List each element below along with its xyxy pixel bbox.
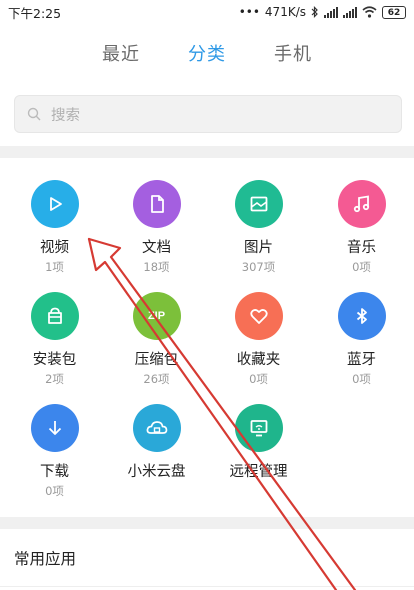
category-count: 0项	[249, 372, 268, 386]
download-icon	[48, 421, 61, 435]
category-name: 安装包	[32, 352, 77, 368]
zip-icon: ZIP	[147, 310, 166, 322]
category-favorites[interactable]: 收藏夹 0项	[207, 292, 310, 387]
category-bluetooth[interactable]: 蓝牙 0项	[310, 292, 413, 387]
heart-icon	[249, 309, 268, 324]
search-placeholder: 搜索	[51, 107, 80, 124]
package-icon	[47, 307, 62, 324]
category-name: 收藏夹	[236, 352, 281, 368]
category-count: 26项	[143, 372, 170, 386]
signal-icon-2	[343, 6, 357, 18]
category-music[interactable]: 音乐 0项	[310, 180, 413, 275]
category-name: 压缩包	[134, 352, 179, 368]
category-name: 小米云盘	[127, 464, 186, 480]
remote-management-icon	[250, 420, 267, 437]
category-name: 文档	[142, 240, 171, 256]
bluetooth-icon	[356, 308, 367, 324]
category-name: 图片	[244, 240, 273, 256]
category-count: 2项	[45, 372, 64, 386]
common-apps-header[interactable]: 常用应用	[14, 547, 76, 569]
top-tabs: 最近 分类 手机	[0, 40, 414, 70]
category-name: 视频	[40, 240, 69, 256]
bluetooth-circle	[337, 292, 386, 340]
favorites-circle	[234, 292, 283, 340]
category-remote-management[interactable]: 远程管理	[207, 404, 310, 483]
category-count: 1项	[45, 260, 64, 274]
play-icon	[49, 197, 62, 211]
search-input[interactable]: 搜索	[14, 95, 402, 133]
category-grid: 视频 1项 文档 18项 图片 307项 音乐 0项 安装包 2项 ZIP 压缩…	[0, 158, 414, 517]
video-circle	[30, 180, 79, 228]
section-divider	[0, 146, 414, 158]
category-image[interactable]: 图片 307项	[207, 180, 310, 275]
category-name: 远程管理	[229, 464, 288, 480]
tab-phone[interactable]: 手机	[274, 40, 312, 70]
package-circle	[30, 292, 79, 340]
status-time: 下午2:25	[8, 5, 62, 21]
category-package[interactable]: 安装包 2项	[3, 292, 106, 387]
status-bar: 下午2:25 ••• 471K/s 62	[0, 0, 414, 24]
category-name: 蓝牙	[347, 352, 376, 368]
document-icon	[150, 195, 164, 213]
remote-management-circle	[234, 404, 283, 452]
cloud-drive-icon	[146, 421, 167, 434]
download-circle	[30, 404, 79, 452]
category-count: 0项	[352, 372, 371, 386]
section-divider	[0, 517, 414, 529]
battery-icon: 62	[382, 5, 406, 19]
music-circle	[337, 180, 386, 228]
image-icon	[250, 196, 267, 212]
category-document[interactable]: 文档 18项	[105, 180, 208, 275]
divider	[0, 586, 414, 587]
tab-recent[interactable]: 最近	[102, 40, 140, 70]
music-icon	[353, 195, 369, 213]
category-count: 18项	[143, 260, 170, 274]
more-dots-icon: •••	[238, 5, 260, 19]
category-download[interactable]: 下载 0项	[3, 404, 106, 499]
category-name: 音乐	[347, 240, 376, 256]
wifi-icon	[362, 6, 377, 18]
category-video[interactable]: 视频 1项	[3, 180, 106, 275]
category-zip[interactable]: ZIP 压缩包 26项	[105, 292, 208, 387]
category-count: 307项	[241, 260, 276, 274]
category-count: 0项	[352, 260, 371, 274]
category-name: 下载	[40, 464, 69, 480]
image-circle	[234, 180, 283, 228]
bluetooth-status-icon	[311, 6, 318, 18]
search-icon	[27, 107, 41, 121]
zip-circle: ZIP	[132, 292, 181, 340]
category-count: 0项	[45, 484, 64, 498]
category-cloud-drive[interactable]: 小米云盘	[105, 404, 208, 483]
signal-icon-1	[324, 6, 338, 18]
cloud-drive-circle	[132, 404, 181, 452]
document-circle	[132, 180, 181, 228]
network-speed: 471K/s	[264, 5, 306, 19]
tab-category[interactable]: 分类	[188, 40, 226, 70]
